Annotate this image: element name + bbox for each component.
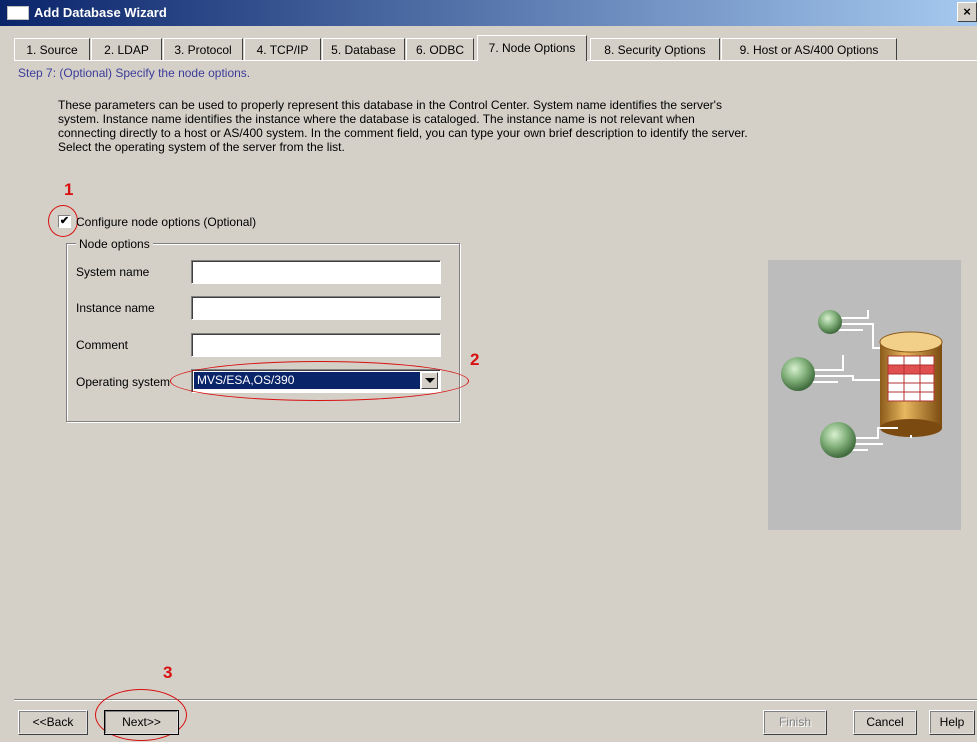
database-servers-illustration (768, 260, 961, 530)
annotation-circle-2 (170, 361, 469, 401)
back-button[interactable]: <<Back (18, 710, 88, 735)
comment-label: Comment (76, 338, 129, 352)
finish-button[interactable]: Finish (763, 710, 827, 735)
tab-protocol[interactable]: 3. Protocol (163, 38, 243, 60)
window-icon (7, 6, 29, 20)
step-description: These parameters can be used to properly… (58, 98, 748, 154)
comment-input[interactable] (191, 333, 441, 357)
node-options-group-label: Node options (76, 237, 153, 251)
tab-source[interactable]: 1. Source (14, 38, 90, 60)
annotation-2: 2 (470, 350, 480, 369)
instance-name-label: Instance name (76, 301, 155, 315)
step-title: Step 7: (Optional) Specify the node opti… (18, 66, 251, 80)
tab-ldap[interactable]: 2. LDAP (91, 38, 162, 60)
tab-host-as400-options[interactable]: 9. Host or AS/400 Options (721, 38, 897, 60)
close-button[interactable]: × (957, 2, 977, 22)
tab-odbc[interactable]: 6. ODBC (406, 38, 474, 60)
annotation-3: 3 (163, 663, 173, 682)
tab-security-options[interactable]: 8. Security Options (590, 38, 720, 60)
instance-name-input[interactable] (191, 296, 441, 320)
tab-node-options[interactable]: 7. Node Options (477, 35, 587, 61)
help-button[interactable]: Help (929, 710, 975, 735)
window-title: Add Database Wizard (34, 5, 167, 20)
annotation-1: 1 (64, 180, 74, 199)
cancel-button[interactable]: Cancel (853, 710, 917, 735)
tab-database[interactable]: 5. Database (322, 38, 405, 60)
next-button[interactable]: Next>> (104, 710, 179, 735)
system-name-label: System name (76, 265, 150, 279)
operating-system-label: Operating system (76, 375, 171, 389)
database-servers-icon (781, 310, 943, 458)
system-name-input[interactable] (191, 260, 441, 284)
configure-node-options-checkbox[interactable]: ✔ (58, 215, 71, 228)
configure-node-options-label[interactable]: Configure node options (Optional) (76, 215, 256, 229)
tab-tcpip[interactable]: 4. TCP/IP (244, 38, 321, 60)
